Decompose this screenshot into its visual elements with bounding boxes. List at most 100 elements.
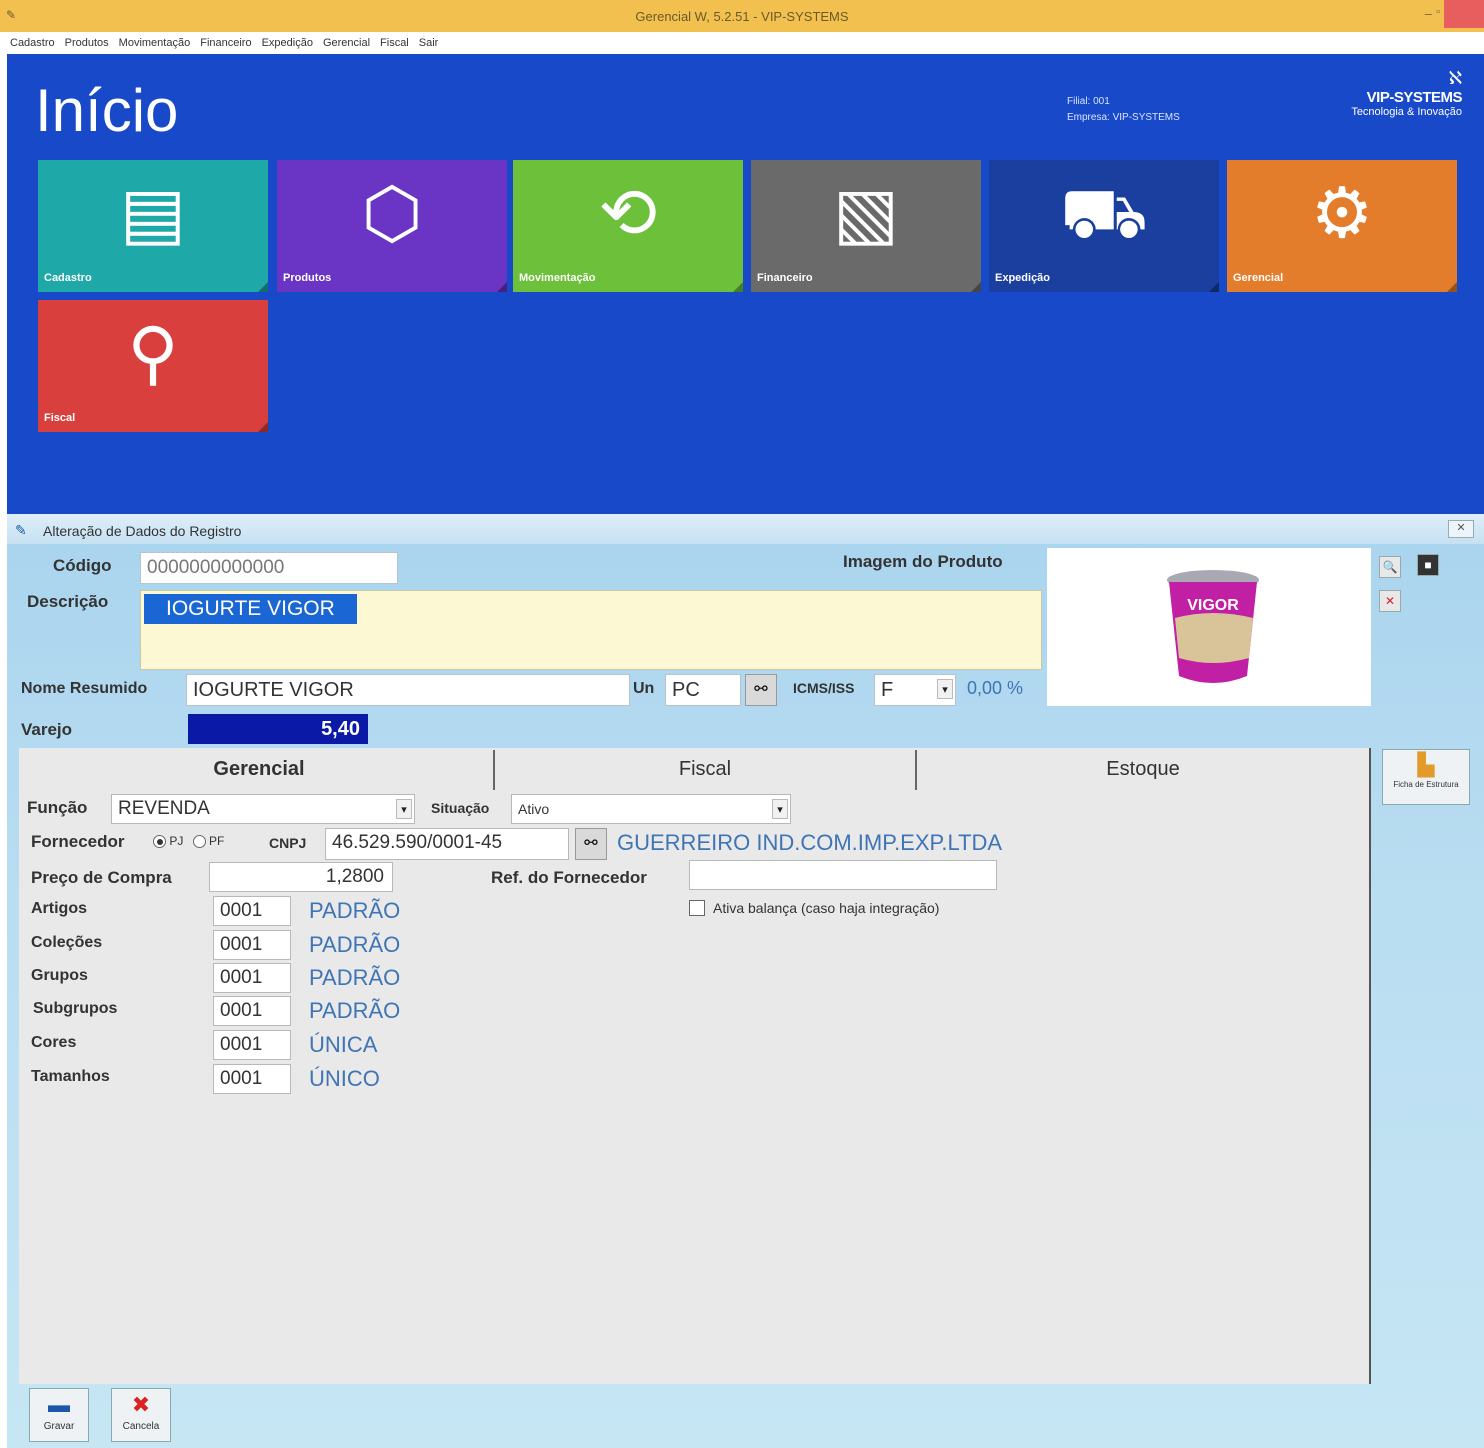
- dialog-icon: ✎: [15, 522, 27, 538]
- balanca-label: Ativa balança (caso haja integração): [713, 900, 940, 916]
- icms-select-value: F: [881, 679, 894, 701]
- menu-gerencial[interactable]: Gerencial: [323, 37, 370, 49]
- session-info: Filial: 001 Empresa: VIP-SYSTEMS: [1067, 94, 1180, 126]
- product-image: VIGOR: [1047, 548, 1371, 706]
- tabs-panel: Gerencial Fiscal Estoque Função REVENDA …: [19, 748, 1371, 1384]
- chevron-down-icon[interactable]: ▾: [937, 679, 953, 699]
- grupos-code-field[interactable]: 0001: [213, 963, 291, 993]
- cores-code-field[interactable]: 0001: [213, 1030, 291, 1060]
- cancela-label: Cancela: [122, 1421, 160, 1432]
- cancela-button[interactable]: ✖ Cancela: [111, 1388, 171, 1442]
- cnpj-label: CNPJ: [269, 835, 307, 851]
- subgrupos-value: PADRÃO: [309, 998, 401, 1023]
- minimize-button[interactable]: –: [1425, 6, 1432, 21]
- close-button[interactable]: [1444, 0, 1484, 28]
- search-fornecedor-button[interactable]: ⚯: [575, 828, 607, 860]
- title-bar: ✎ Gerencial W, 5.2.51 - VIP-SYSTEMS – ▫: [0, 0, 1484, 32]
- ficha-estrutura-label: Ficha de Estrutura: [1393, 780, 1459, 789]
- varejo-label: Varejo: [21, 720, 73, 739]
- ficha-estrutura-button[interactable]: ▙ Ficha de Estrutura: [1382, 749, 1470, 805]
- yogurt-cup-image: VIGOR: [1167, 570, 1259, 683]
- form-icon: ▤: [119, 174, 187, 252]
- tile-financeiro[interactable]: ▧ Financeiro: [751, 160, 981, 292]
- icms-select[interactable]: F ▾: [874, 674, 956, 706]
- menu-cadastro[interactable]: Cadastro: [10, 37, 55, 49]
- menu-bar: Cadastro Produtos Movimentação Financeir…: [0, 32, 1484, 54]
- colecoes-code-field[interactable]: 0001: [213, 930, 291, 960]
- menu-financeiro[interactable]: Financeiro: [200, 37, 251, 49]
- menu-fiscal[interactable]: Fiscal: [380, 37, 409, 49]
- descricao-selected-text: IOGURTE VIGOR: [144, 594, 357, 624]
- tamanhos-code-field[interactable]: 0001: [213, 1064, 291, 1094]
- delete-image-button[interactable]: ✕: [1379, 590, 1401, 612]
- tab-fiscal[interactable]: Fiscal: [495, 750, 915, 788]
- fiscal-icon: ⚲: [127, 314, 179, 392]
- imagem-label: Imagem do Produto: [843, 552, 1003, 571]
- gravar-label: Gravar: [43, 1421, 75, 1432]
- artigos-value: PADRÃO: [309, 898, 401, 923]
- varejo-price-field[interactable]: 5,40: [188, 714, 368, 744]
- tile-label: Fiscal: [44, 412, 76, 424]
- tile-label: Movimentação: [519, 272, 596, 284]
- chevron-down-icon[interactable]: ▾: [772, 799, 788, 819]
- pj-label: PJ: [169, 834, 184, 848]
- save-icon: ▬: [48, 1392, 70, 1417]
- colecoes-label: Coleções: [31, 934, 103, 951]
- pj-radio[interactable]: [153, 835, 166, 849]
- gravar-button[interactable]: ▬ Gravar: [29, 1388, 89, 1442]
- tile-gerencial[interactable]: ⚙ Gerencial: [1227, 160, 1457, 292]
- tile-produtos[interactable]: ⬡ Produtos: [277, 160, 507, 292]
- gear-icon: ⚙: [1310, 174, 1374, 252]
- funcao-label: Função: [27, 798, 88, 817]
- nome-resumido-field[interactable]: IOGURTE VIGOR: [186, 674, 630, 706]
- camera-button[interactable]: ■: [1417, 554, 1439, 576]
- situacao-select[interactable]: Ativo ▾: [511, 794, 791, 824]
- tab-gerencial[interactable]: Gerencial: [19, 750, 499, 788]
- tile-cadastro[interactable]: ▤ Cadastro: [38, 160, 268, 292]
- pf-radio[interactable]: [192, 835, 206, 849]
- artigos-label: Artigos: [31, 900, 87, 917]
- window-title: Gerencial W, 5.2.51 - VIP-SYSTEMS: [635, 9, 849, 24]
- tile-movimentacao[interactable]: ⟲ Movimentação: [513, 160, 743, 292]
- situacao-label: Situação: [431, 800, 490, 816]
- menu-produtos[interactable]: Produtos: [65, 37, 109, 49]
- un-field[interactable]: PC: [665, 674, 741, 706]
- menu-sair[interactable]: Sair: [419, 37, 439, 49]
- codigo-field[interactable]: 0000000000000: [140, 552, 398, 584]
- tile-expedicao[interactable]: ⛟ Expedição: [989, 160, 1219, 292]
- funcao-select-value: REVENDA: [118, 798, 210, 819]
- product-edit-dialog: ✎ Alteração de Dados do Registro ✕ Códig…: [7, 514, 1484, 1448]
- codigo-label: Código: [53, 556, 112, 575]
- tile-label: Produtos: [283, 272, 332, 284]
- menu-movimentacao[interactable]: Movimentação: [119, 37, 191, 49]
- preco-compra-field[interactable]: 1,2800: [209, 862, 393, 892]
- subgrupos-label: Subgrupos: [33, 1000, 118, 1017]
- tab-estoque[interactable]: Estoque: [917, 750, 1369, 788]
- dialog-close-button[interactable]: ✕: [1448, 520, 1474, 538]
- load-image-button[interactable]: 🔍: [1379, 556, 1401, 578]
- descricao-label: Descrição: [27, 592, 109, 611]
- dialog-title: Alteração de Dados do Registro: [43, 523, 242, 539]
- fornecedor-name: GUERREIRO IND.COM.IMP.EXP.LTDA: [617, 830, 1003, 855]
- fornecedor-label: Fornecedor: [31, 832, 125, 851]
- menu-expedicao[interactable]: Expedição: [262, 37, 313, 49]
- chevron-down-icon[interactable]: ▾: [396, 799, 412, 819]
- subgrupos-code-field[interactable]: 0001: [213, 996, 291, 1026]
- maximize-button[interactable]: ▫: [1436, 6, 1440, 18]
- filial-text: Filial: 001: [1067, 96, 1110, 107]
- ref-fornecedor-field[interactable]: [689, 860, 997, 890]
- artigos-code-field[interactable]: 0001: [213, 896, 291, 926]
- search-unit-button[interactable]: ⚯: [745, 674, 777, 706]
- descricao-field[interactable]: IOGURTE VIGOR: [140, 590, 1042, 670]
- boxes-icon: ▙: [1417, 752, 1435, 777]
- tile-fiscal[interactable]: ⚲ Fiscal: [38, 300, 268, 432]
- money-icon: ▧: [832, 174, 900, 252]
- home-panel: Início Filial: 001 Empresa: VIP-SYSTEMS …: [7, 54, 1484, 514]
- cnpj-field[interactable]: 46.529.590/0001-45: [325, 828, 569, 860]
- situacao-select-value: Ativo: [518, 801, 550, 817]
- tile-label: Gerencial: [1233, 272, 1284, 284]
- colecoes-value: PADRÃO: [309, 932, 401, 957]
- nome-resumido-label: Nome Resumido: [21, 680, 148, 697]
- balanca-checkbox[interactable]: [689, 900, 705, 916]
- funcao-select[interactable]: REVENDA ▾: [111, 794, 415, 824]
